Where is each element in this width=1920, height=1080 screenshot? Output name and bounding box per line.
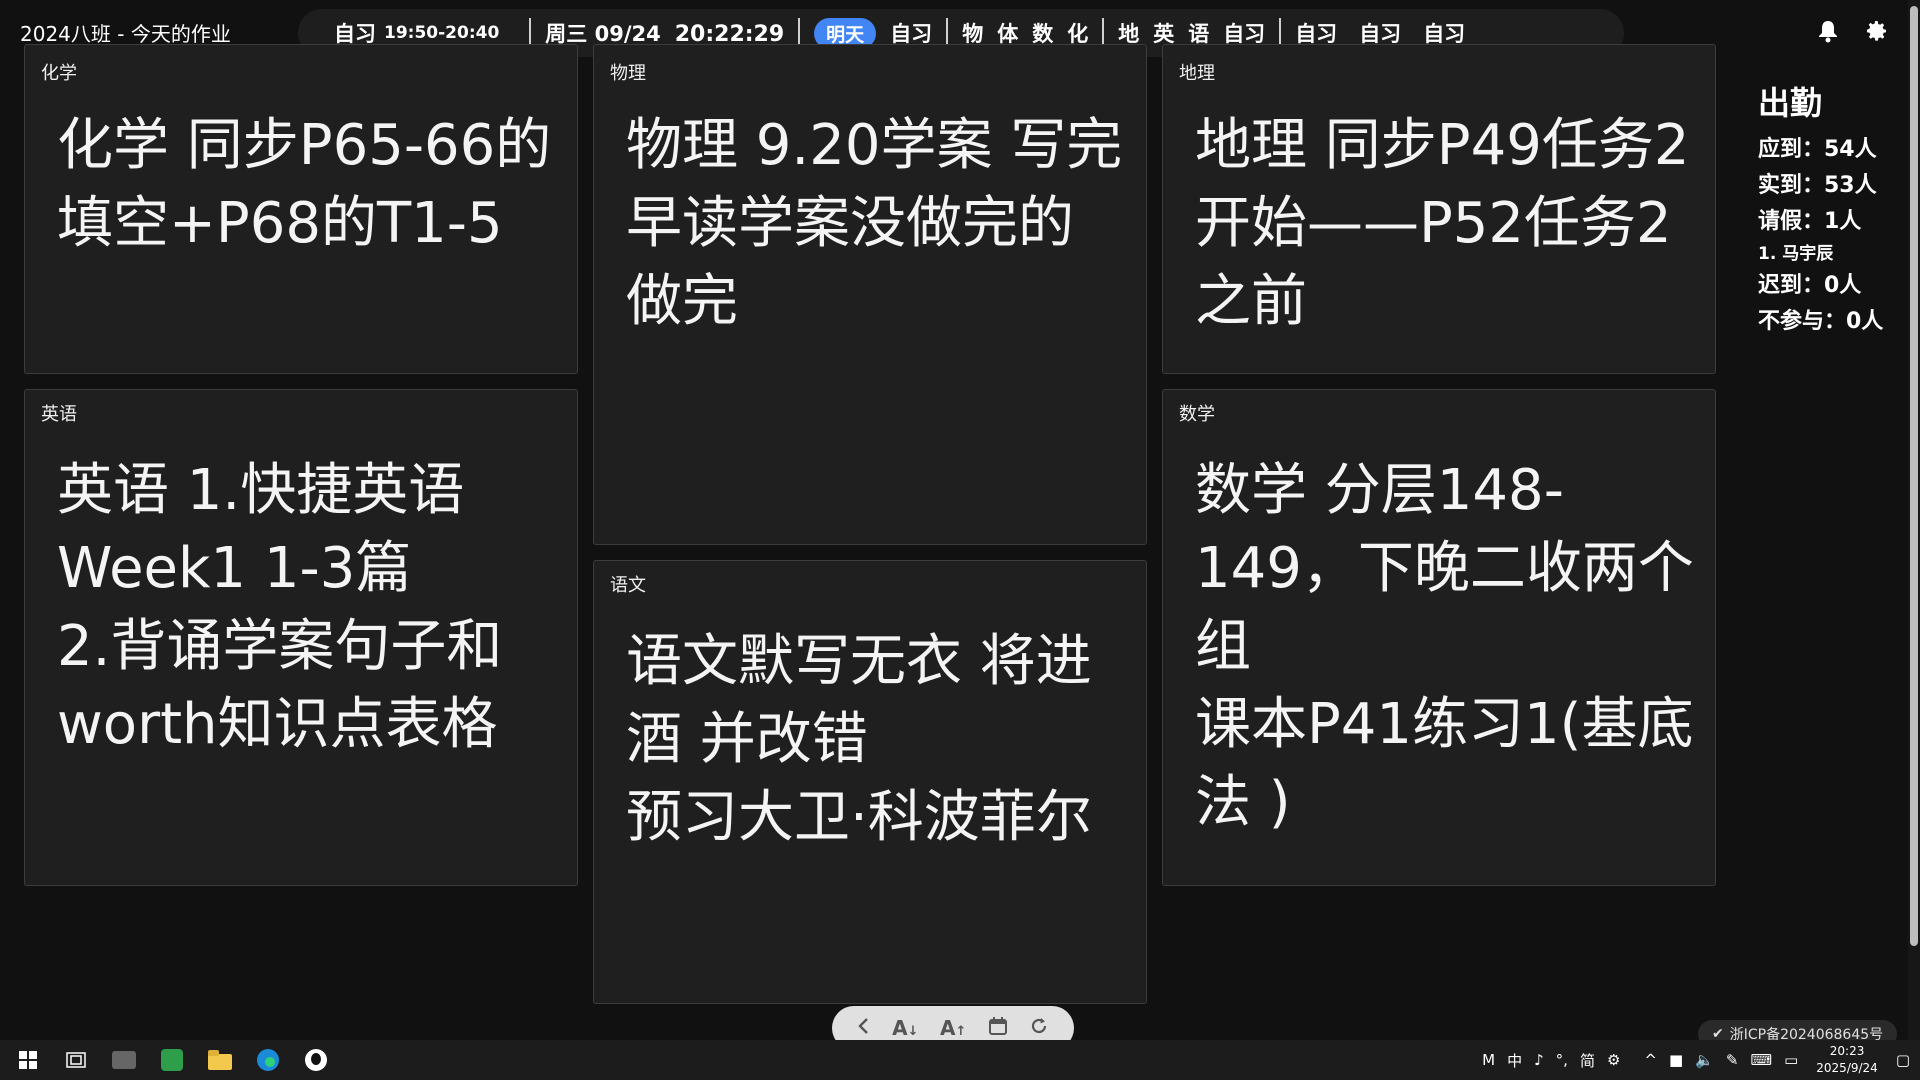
attendance-late: 迟到：0人 [1758, 273, 1862, 298]
security-icon[interactable]: ■ [1669, 1051, 1683, 1069]
date-text: 周三 09/24 [545, 22, 661, 46]
card-homework-text: 化学 同步P65-66的填空+P68的T1-5 [57, 113, 552, 256]
card-subject-label: 英语 [41, 404, 77, 425]
ime-indicator[interactable]: M [1482, 1051, 1495, 1069]
clock-date: 2025/9/24 [1816, 1061, 1878, 1075]
card-homework-text: 课本P41练习1(基底法 ) [1195, 692, 1694, 835]
card-homework-text: 英语 1.快捷英语Week1 1-3篇 [57, 458, 465, 601]
attendance-panel: 出勤 应到：54人 实到：53人 请假：1人 1. 马宇辰 迟到：0人 不参与：… [1758, 78, 1883, 340]
homework-card-english[interactable]: 英语 英语 1.快捷英语Week1 1-3篇 2.背诵学案句子和worth知识点… [24, 389, 578, 886]
display-icon[interactable]: ▭ [1784, 1051, 1798, 1069]
attendance-actual: 实到：53人 [1758, 173, 1877, 198]
ime-indicator[interactable]: ♪ [1534, 1051, 1544, 1069]
calendar-icon[interactable] [988, 1016, 1008, 1040]
homework-card-physics[interactable]: 物理 物理 9.20学案 写完早读学案没做完的做完 [593, 44, 1147, 545]
card-homework-text: 物理 9.20学案 写完早读学案没做完的做完 [626, 113, 1123, 334]
ime-indicator[interactable]: ⚙ [1607, 1051, 1620, 1069]
edge-browser-icon[interactable] [248, 1040, 288, 1080]
attendance-title: 出勤 [1758, 84, 1823, 122]
card-homework-text: 预习大卫·科波菲尔 [626, 785, 1092, 850]
attendance-absent: 不参与：0人 [1758, 309, 1884, 334]
os-taskbar: M 中 ♪ °, 简 ⚙ ^ ■ 🔈 ✎ ⌨ ▭ 20:23 2025/9/24… [0, 1040, 1920, 1080]
card-homework-text: 语文默写无衣 将进酒 并改错 [626, 629, 1092, 772]
app-icon-1[interactable] [104, 1040, 144, 1080]
card-subject-label: 数学 [1179, 404, 1215, 425]
pen-icon[interactable]: ✎ [1726, 1051, 1739, 1069]
font-increase-icon[interactable]: A↑ [940, 1016, 966, 1040]
ime-indicator[interactable]: 中 [1507, 1050, 1522, 1071]
scrollbar-thumb[interactable] [1910, 6, 1918, 946]
system-tray: M 中 ♪ °, 简 ⚙ ^ ■ 🔈 ✎ ⌨ ▭ 20:23 2025/9/24… [1476, 1040, 1920, 1080]
scrollbar[interactable] [1908, 0, 1920, 1040]
card-subject-label: 物理 [610, 63, 646, 84]
gear-icon[interactable] [1862, 16, 1892, 46]
attendance-leave-name: 1. 马宇辰 [1758, 244, 1834, 264]
ime-indicator[interactable]: 简 [1580, 1050, 1595, 1071]
font-decrease-icon[interactable]: A↓ [892, 1016, 918, 1040]
card-homework-text: 数学 分层148-149，下晚二收两个组 [1195, 458, 1694, 679]
card-subject-label: 化学 [41, 63, 77, 84]
homework-card-math[interactable]: 数学 数学 分层148-149，下晚二收两个组 课本P41练习1(基底法 ) [1162, 389, 1716, 886]
ime-indicator[interactable]: °, [1556, 1051, 1568, 1069]
app-title: 2024八班 - 今天的作业 [20, 22, 231, 46]
homework-card-chemistry[interactable]: 化学 化学 同步P65-66的填空+P68的T1-5 [24, 44, 578, 374]
homework-card-chinese[interactable]: 语文 语文默写无衣 将进酒 并改错 预习大卫·科波菲尔 [593, 560, 1147, 1004]
chevron-up-icon[interactable]: ^ [1644, 1051, 1657, 1069]
windows-start-icon[interactable] [8, 1040, 48, 1080]
attendance-leave: 请假：1人 [1758, 209, 1862, 234]
file-explorer-icon[interactable] [200, 1040, 240, 1080]
clock-time: 20:23 [1829, 1044, 1865, 1058]
card-homework-text: 地理 同步P49任务2开始——P52任务2之前 [1195, 113, 1690, 334]
qq-icon[interactable] [296, 1040, 336, 1080]
card-subject-label: 语文 [610, 575, 646, 596]
task-view-icon[interactable] [56, 1040, 96, 1080]
refresh-icon[interactable] [1029, 1016, 1049, 1040]
notification-icon[interactable]: ▢ [1896, 1051, 1910, 1069]
volume-icon[interactable]: 🔈 [1695, 1051, 1714, 1069]
current-period-range: 19:50-20:40 [384, 23, 500, 43]
card-homework-text: 2.背诵学案句子和worth知识点表格 [57, 614, 503, 757]
system-clock[interactable]: 20:23 2025/9/24 [1816, 1043, 1878, 1077]
attendance-expected: 应到：54人 [1758, 137, 1877, 162]
app-icon-en[interactable] [152, 1040, 192, 1080]
bell-icon[interactable] [1813, 16, 1843, 46]
card-subject-label: 地理 [1179, 63, 1215, 84]
chevron-left-icon[interactable] [857, 1017, 871, 1039]
keyboard-icon[interactable]: ⌨ [1750, 1051, 1772, 1069]
homework-card-geography[interactable]: 地理 地理 同步P49任务2开始——P52任务2之前 [1162, 44, 1716, 374]
